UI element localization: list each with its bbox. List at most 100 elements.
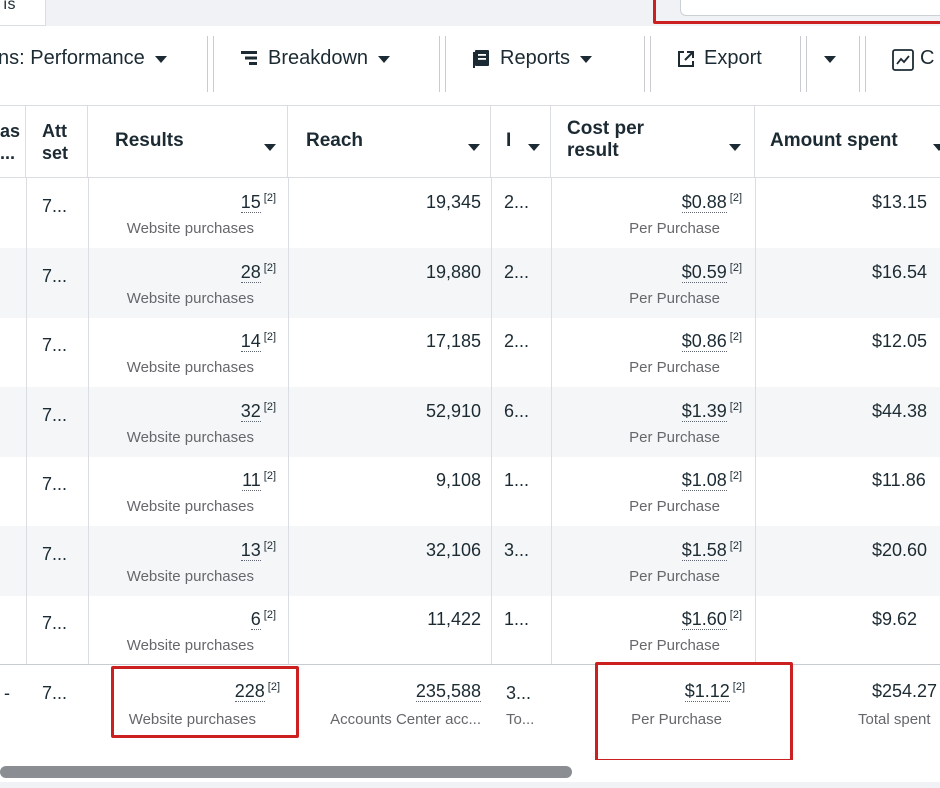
spent-cell: $44.38 [872,400,928,421]
toolbar-divider [857,36,869,92]
totals-spent-value: $254.27 [872,681,938,701]
results-cell[interactable]: 32 [2] [240,400,276,422]
column-header-attribution[interactable]: Att set [26,106,88,178]
attribution-cell: 7... [42,335,68,355]
reach-cell: 19,345 [425,192,481,212]
column-header-truncated[interactable]: as... [0,106,26,178]
chevron-down-icon [729,144,741,151]
results-cell[interactable]: 14 [2] [240,331,276,352]
reports-dropdown[interactable]: Reports [472,38,593,78]
tab-label: ıs [3,0,16,13]
results-value: 14 [240,331,261,352]
highlight-box-search [653,0,940,24]
cost-cell[interactable]: $1.58 [2] [681,539,742,561]
highlight-box-cost [595,662,793,762]
impressions-cell: 1... [504,609,530,629]
table-row[interactable]: 7... 6 [2] Website purchases 11,422 1... $1.60… [0,595,940,665]
column-header-reach[interactable]: Reach [288,106,491,178]
reach-cell: 32,106 [425,539,481,560]
footnote-marker: [2] [729,470,742,482]
column-label: Amount spent [770,130,898,151]
cost-value: $0.59 [681,261,727,283]
spent-cell: $11.86 [872,470,926,490]
results-cell[interactable]: 13 [2] [240,539,276,561]
results-cell[interactable]: 11 [2] [242,470,276,491]
cost-label: Per Purchase [629,220,720,237]
impressions-cell: 1... [504,470,530,490]
results-value: 13 [240,539,261,561]
column-header-impressions[interactable]: I [491,106,551,178]
results-cell[interactable]: 28 [2] [240,261,276,283]
cost-cell[interactable]: $0.86 [2] [681,331,742,352]
results-cell[interactable]: 6 [2] [250,609,276,630]
table-row[interactable]: 7... 32 [2] Website purchases 52,910 6... $1.3… [0,386,940,457]
reach-cell: 17,185 [425,331,481,351]
column-header-results[interactable]: Results [88,106,288,178]
results-label: Website purchases [126,289,254,307]
charts-button[interactable]: C [892,38,934,78]
results-label: Website purchases [126,359,254,376]
table-row[interactable]: 7... 15 [2] Website purchases 19,345 2... $0.8… [0,178,940,248]
cost-label: Per Purchase [629,359,720,376]
footnote-marker: [2] [729,400,742,413]
cost-value: $1.60 [681,609,727,630]
table-row[interactable]: 7... 14 [2] Website purchases 17,185 2... $0.8… [0,317,940,387]
cost-value: $0.86 [681,331,727,352]
footnote-marker: [2] [263,400,276,413]
results-label: Website purchases [126,567,254,585]
impressions-cell: 2... [504,331,530,351]
table-row[interactable]: 7... 11 [2] Website purchases 9,108 1... $1.08… [0,456,940,526]
results-label: Website purchases [126,498,254,515]
table-header: as... Att set Results Reach I Cost per res… [0,106,940,178]
chevron-down-icon [933,144,940,151]
cost-label: Per Purchase [629,289,720,307]
footnote-marker: [2] [729,261,742,274]
spent-cell: $20.60 [872,539,928,560]
cost-label: Per Purchase [629,567,720,585]
tab-campaigns[interactable]: ıs [0,0,46,26]
footnote-marker: [2] [729,331,742,343]
spent-cell: $12.05 [872,331,928,351]
attribution-cell: 7... [42,613,68,633]
cost-cell[interactable]: $1.60 [2] [681,609,742,630]
reports-icon [472,49,490,68]
cost-cell[interactable]: $0.59 [2] [681,261,742,283]
chevron-down-icon [264,144,276,151]
cost-cell[interactable]: $0.88 [2] [681,192,742,213]
chevron-down-icon [528,144,540,151]
toolbar-divider [798,36,807,92]
scrollbar-thumb[interactable] [0,766,572,778]
cost-cell[interactable]: $1.08 [2] [681,470,742,491]
toolbar-divider [205,36,217,92]
results-cell[interactable]: 15 [2] [240,192,276,213]
toolbar-divider [437,36,449,92]
columns-dropdown[interactable]: ns: Performance [0,38,167,78]
attribution-cell: 7... [42,404,68,425]
footnote-marker: [2] [263,192,276,204]
chevron-down-icon [378,55,391,63]
toolbar: ns: Performance Breakdown Reports Export… [0,26,940,106]
totals-reach[interactable]: 235,588 [415,681,481,702]
spent-cell: $13.15 [872,192,928,212]
spent-cell: $9.62 [872,609,918,629]
export-button[interactable]: Export [676,38,762,78]
column-header-amount-spent[interactable]: Amount spent [755,106,940,178]
export-options-dropdown[interactable] [824,38,836,78]
footnote-marker: [2] [263,539,276,552]
breakdown-label: Breakdown [268,46,369,69]
reach-cell: 11,422 [427,609,481,629]
export-label: Export [704,46,762,69]
export-icon [676,49,694,67]
chart-icon [892,49,914,71]
breakdown-dropdown[interactable]: Breakdown [240,38,391,78]
table-row[interactable]: 7... 28 [2] Website purchases 19,880 2... $0.5… [0,247,940,318]
cost-value: $1.08 [681,470,727,491]
table-row[interactable]: 7... 13 [2] Website purchases 32,106 3... $1.5… [0,525,940,596]
cost-value: $0.88 [681,192,727,213]
cost-cell[interactable]: $1.39 [2] [681,400,742,422]
cost-label: Per Purchase [629,498,720,515]
reach-cell: 9,108 [435,470,481,490]
results-value: 28 [240,261,261,283]
column-header-cost-per-result[interactable]: Cost per result [551,106,755,178]
reach-cell: 52,910 [425,400,481,421]
